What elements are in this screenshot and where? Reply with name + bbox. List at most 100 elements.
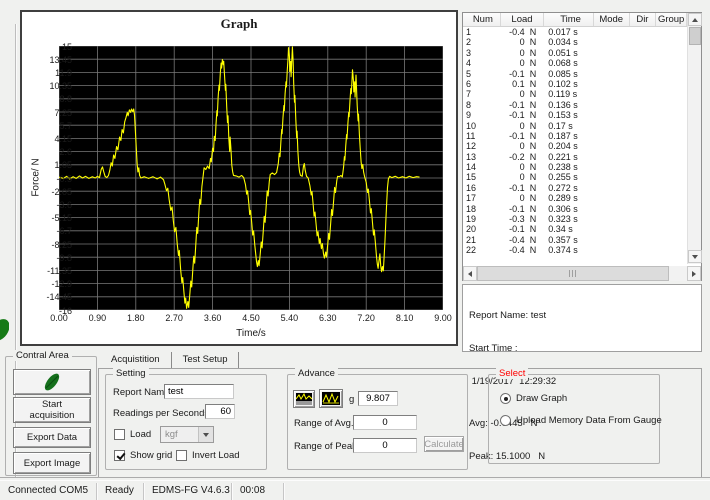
table-row[interactable]: 18-0.1N0.306 s <box>463 204 687 214</box>
range-of-avg-input[interactable] <box>353 415 417 430</box>
table-row[interactable]: 1-0.4N0.017 s <box>463 27 687 37</box>
table-row[interactable]: 120N0.204 s <box>463 141 687 151</box>
table-row[interactable]: 150N0.255 s <box>463 172 687 182</box>
arrow-left-icon <box>468 271 472 277</box>
export-image-button[interactable]: Export Image <box>13 452 91 474</box>
table-row[interactable]: 11-0.1N0.187 s <box>463 131 687 141</box>
gravity-input[interactable] <box>358 391 398 406</box>
table-row[interactable]: 40N0.068 s <box>463 58 687 68</box>
x-tick-label: 3.60 <box>197 313 229 323</box>
range-of-peak-label: Range of Peak <box>294 441 357 452</box>
col-header-time[interactable]: Time <box>544 13 594 26</box>
status-ready: Ready <box>97 483 144 500</box>
summary-info-box: Report Name: test Start Time : 1/19/2017… <box>462 284 702 352</box>
table-header: Num Load Time Mode Dir Group <box>463 13 687 27</box>
connect-leaf-button[interactable] <box>13 369 91 395</box>
arrow-down-icon <box>692 255 698 259</box>
x-tick-label: 4.50 <box>235 313 267 323</box>
x-tick-label: 6.30 <box>312 313 344 323</box>
table-horizontal-scrollbar[interactable] <box>463 266 701 281</box>
table-row[interactable]: 60.1N0.102 s <box>463 79 687 89</box>
table-row[interactable]: 13-0.2N0.221 s <box>463 152 687 162</box>
report-name-input[interactable] <box>164 384 234 399</box>
readings-per-seconds-input[interactable] <box>205 404 235 419</box>
table-row[interactable]: 170N0.289 s <box>463 193 687 203</box>
contral-area-group: Contral Area Start acquisition Export Da… <box>5 356 97 476</box>
range-of-peak-input[interactable] <box>353 438 417 453</box>
col-header-load[interactable]: Load <box>501 13 545 26</box>
x-tick-label: 0.00 <box>43 313 75 323</box>
show-grid-checkbox[interactable] <box>114 450 125 461</box>
x-tick-label: 0.90 <box>81 313 113 323</box>
tab-strip: Acquistition Test Setup <box>100 352 239 369</box>
table-row[interactable]: 19-0.3N0.323 s <box>463 214 687 224</box>
status-spacer <box>284 483 710 500</box>
status-elapsed-time: 00:08 <box>232 483 284 500</box>
status-bar: Connected COM5 Ready EDMS-FG V4.6.3 00:0… <box>0 483 710 500</box>
x-tick-label: 1.80 <box>120 313 152 323</box>
waveform-icon <box>296 393 312 405</box>
draw-graph-radio[interactable] <box>500 393 511 404</box>
table-row[interactable]: 5-0.1N0.085 s <box>463 69 687 79</box>
readings-table: Num Load Time Mode Dir Group 1-0.4N0.017… <box>462 12 702 281</box>
table-row[interactable]: 70N0.119 s <box>463 89 687 99</box>
waveform-view-button[interactable] <box>293 390 315 408</box>
start-acquisition-button[interactable]: Start acquisition <box>13 397 91 423</box>
statusbar-divider <box>0 477 710 481</box>
table-row[interactable]: 140N0.238 s <box>463 162 687 172</box>
advance-title: Advance <box>295 368 338 379</box>
load-unit-dropdown[interactable]: kgf <box>160 426 214 443</box>
table-row[interactable]: 21-0.4N0.357 s <box>463 235 687 245</box>
col-header-num[interactable]: Num <box>463 13 501 26</box>
vertical-scroll-thumb[interactable] <box>689 27 701 45</box>
setting-title: Setting <box>113 368 149 379</box>
draw-graph-label: Draw Graph <box>516 393 567 404</box>
col-header-group[interactable]: Group <box>656 13 687 26</box>
export-data-button[interactable]: Export Data <box>13 427 91 448</box>
load-checkbox-label: Load <box>130 429 151 440</box>
col-header-dir[interactable]: Dir <box>630 13 657 26</box>
show-grid-label: Show grid <box>130 450 172 461</box>
readings-per-seconds-label: Readings per Seconds <box>113 408 209 419</box>
start-time-label: Start Time : <box>469 343 695 354</box>
peak-analysis-button[interactable] <box>319 389 343 408</box>
col-header-mode[interactable]: Mode <box>594 13 630 26</box>
leaf-icon <box>37 371 67 393</box>
x-tick-label: 9.00 <box>427 313 459 323</box>
x-tick-label: 7.20 <box>350 313 382 323</box>
table-row[interactable]: 16-0.1N0.272 s <box>463 183 687 193</box>
table-row[interactable]: 20N0.034 s <box>463 37 687 47</box>
load-unit-value: kgf <box>161 429 198 440</box>
plot-area <box>59 46 443 310</box>
calculate-button[interactable]: Calculate <box>424 436 464 452</box>
upload-memory-radio[interactable] <box>500 415 511 426</box>
table-row[interactable]: 30N0.051 s <box>463 48 687 58</box>
table-row[interactable]: 22-0.4N0.374 s <box>463 245 687 255</box>
horizontal-scroll-thumb[interactable] <box>477 266 669 281</box>
x-tick-label: 5.40 <box>273 313 305 323</box>
scroll-right-button[interactable] <box>687 266 701 281</box>
table-row[interactable]: 8-0.1N0.136 s <box>463 100 687 110</box>
table-vertical-scrollbar[interactable] <box>687 13 701 264</box>
report-name-label: Report Name <box>113 387 170 398</box>
invert-load-label: Invert Load <box>192 450 240 461</box>
scroll-up-button[interactable] <box>688 13 702 26</box>
load-checkbox[interactable] <box>114 429 125 440</box>
scroll-down-button[interactable] <box>688 250 702 263</box>
table-row[interactable]: 9-0.1N0.153 s <box>463 110 687 120</box>
table-row[interactable]: 20-0.1N0.34 s <box>463 224 687 234</box>
table-body: 1-0.4N0.017 s20N0.034 s30N0.051 s40N0.06… <box>463 27 687 256</box>
scroll-left-button[interactable] <box>463 266 477 281</box>
invert-load-checkbox[interactable] <box>176 450 187 461</box>
tab-test-setup[interactable]: Test Setup <box>172 352 240 368</box>
graph-title: Graph <box>22 16 456 32</box>
table-row[interactable]: 100N0.17 s <box>463 121 687 131</box>
force-time-curve <box>59 46 443 310</box>
chevron-down-icon <box>203 433 209 437</box>
tab-acquisition[interactable]: Acquistition <box>100 352 172 368</box>
dropdown-arrow-button[interactable] <box>198 427 213 442</box>
background-leaf-sliver <box>0 317 9 344</box>
thumb-grip-icon <box>569 270 578 277</box>
select-title: Select <box>496 368 528 379</box>
arrow-up-icon <box>692 18 698 22</box>
